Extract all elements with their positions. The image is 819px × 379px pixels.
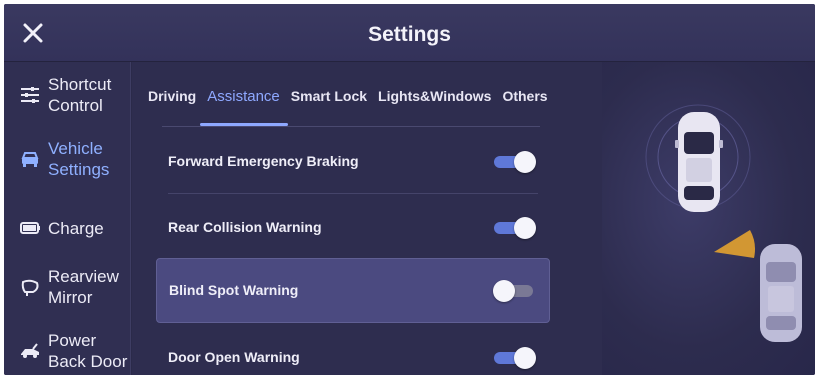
sidebar-item-power-back-door[interactable]: Power Back Door	[4, 330, 131, 372]
setting-row-door-open-warning: Door Open Warning	[156, 326, 550, 375]
settings-screen: Settings Shortcut Control Vehicle Settin…	[4, 4, 815, 375]
adjacent-car-icon	[760, 244, 802, 342]
main-panel: Driving Assistance Smart Lock Lights&Win…	[132, 62, 602, 375]
sidebar-item-vehicle-settings[interactable]: Vehicle Settings	[4, 138, 131, 180]
close-icon	[23, 23, 43, 43]
sidebar-item-label: Charge	[48, 218, 104, 238]
page-title: Settings	[368, 23, 451, 46]
ego-car-icon	[675, 112, 723, 212]
sidebar: Shortcut Control Vehicle Settings Charge…	[4, 62, 131, 375]
sliders-icon	[18, 83, 42, 107]
tab-others[interactable]: Others	[502, 88, 547, 104]
blind-spot-illustration	[602, 62, 815, 375]
mirror-icon	[18, 275, 42, 299]
setting-label: Rear Collision Warning	[168, 219, 322, 235]
divider	[162, 126, 540, 127]
sidebar-item-charge[interactable]: Charge	[4, 216, 131, 240]
setting-label: Forward Emergency Braking	[168, 153, 359, 169]
sidebar-item-label: Shortcut Control	[48, 75, 112, 115]
toggle-knob	[493, 280, 515, 302]
toggle-knob	[514, 217, 536, 239]
close-button[interactable]	[18, 18, 48, 48]
setting-label: Door Open Warning	[168, 349, 300, 365]
sidebar-item-label: Rearview Mirror	[48, 267, 119, 307]
tab-driving[interactable]: Driving	[148, 88, 196, 104]
battery-icon	[18, 216, 42, 240]
tab-bar: Driving Assistance Smart Lock Lights&Win…	[148, 88, 559, 110]
divider	[168, 193, 538, 194]
setting-row-rear-collision-warning: Rear Collision Warning	[156, 196, 550, 258]
setting-row-forward-emergency-braking: Forward Emergency Braking	[156, 130, 550, 192]
forward-emergency-braking-toggle[interactable]	[494, 151, 536, 173]
tab-assistance[interactable]: Assistance	[207, 88, 280, 105]
tab-smart-lock[interactable]: Smart Lock	[291, 88, 367, 104]
tab-lights-windows[interactable]: Lights&Windows	[378, 88, 491, 104]
header: Settings	[4, 4, 815, 62]
blind-spot-zone	[714, 230, 755, 258]
setting-row-blind-spot-warning[interactable]: Blind Spot Warning	[156, 258, 550, 323]
car-icon	[18, 147, 42, 171]
setting-label: Blind Spot Warning	[169, 282, 299, 298]
toggle-knob	[514, 151, 536, 173]
toggle-knob	[514, 347, 536, 369]
door-open-warning-toggle[interactable]	[494, 347, 536, 369]
rear-collision-warning-toggle[interactable]	[494, 217, 536, 239]
sidebar-item-label: Power Back Door	[48, 331, 128, 371]
blind-spot-warning-toggle[interactable]	[493, 280, 535, 302]
back-door-icon	[18, 339, 42, 363]
sidebar-item-shortcut-control[interactable]: Shortcut Control	[4, 74, 131, 116]
sidebar-item-label: Vehicle Settings	[48, 139, 110, 179]
sidebar-item-rearview-mirror[interactable]: Rearview Mirror	[4, 266, 131, 308]
